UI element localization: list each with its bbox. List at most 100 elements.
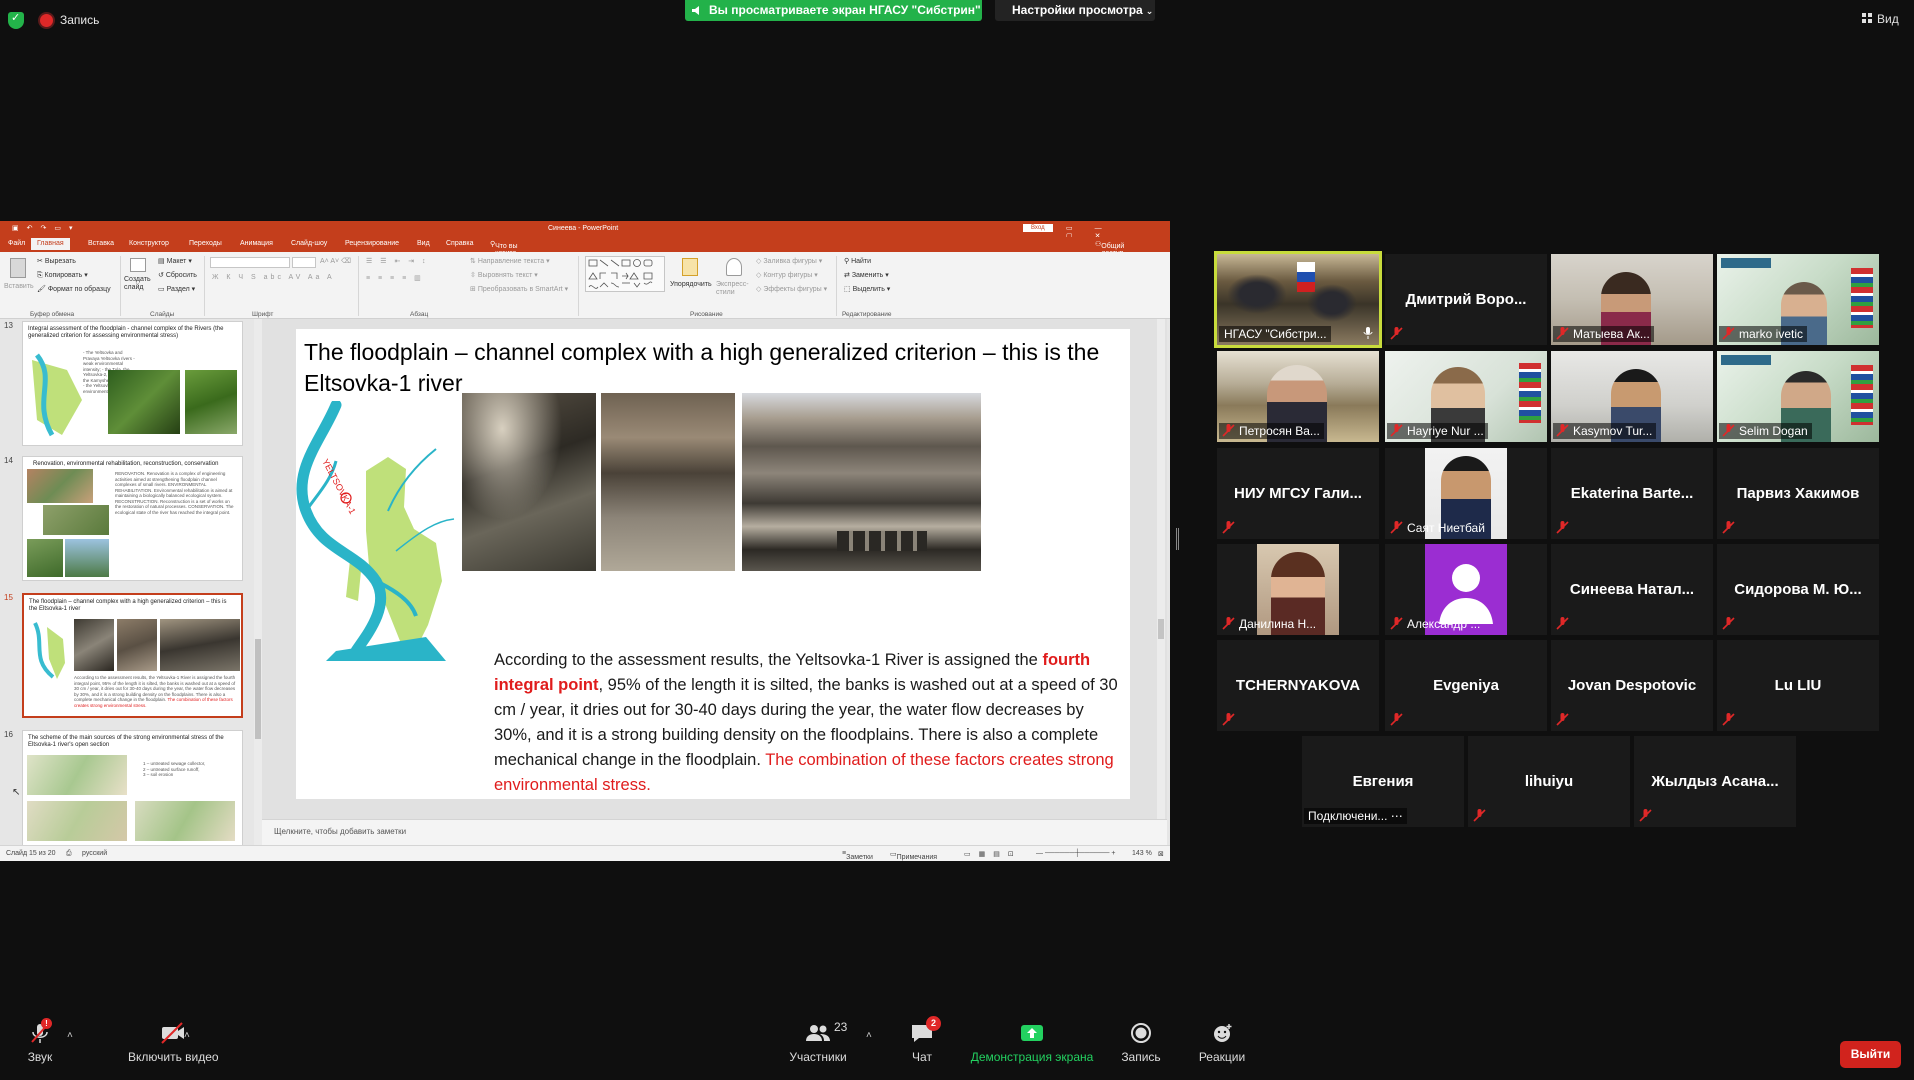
smartart-button[interactable]: ⊞ Преобразовать в SmartArt ▾: [470, 285, 568, 293]
font-size-field[interactable]: [292, 257, 316, 268]
current-slide[interactable]: The floodplain – channel complex with a …: [296, 329, 1130, 799]
participant-tile[interactable]: Евгения Подключени... ⋯: [1302, 736, 1464, 827]
view-mode-buttons[interactable]: ▭▦▤⊡: [964, 850, 1022, 858]
ppt-tab-review[interactable]: Рецензирование: [345, 240, 399, 247]
font-format-buttons[interactable]: Ж К Ч S abc AV Aa A: [212, 274, 335, 281]
new-slide-icon[interactable]: [130, 258, 146, 272]
shape-outline-button[interactable]: ◇ Контур фигуры ▾: [756, 271, 818, 279]
quick-styles-icon[interactable]: [726, 258, 742, 276]
ppt-tab-help[interactable]: Справка: [446, 240, 473, 247]
participants-options-caret[interactable]: ˄: [866, 1030, 872, 1041]
accessibility-icon[interactable]: ⎙: [66, 850, 72, 858]
ppt-tab-slideshow[interactable]: Слайд-шоу: [291, 240, 327, 247]
split-view-resize-handle[interactable]: [1176, 528, 1179, 550]
ppt-tab-transitions[interactable]: Переходы: [189, 240, 222, 247]
copy-button[interactable]: ⎘ Копировать ▾: [37, 271, 88, 280]
participant-tile[interactable]: НГАСУ "Сибстри...: [1214, 251, 1382, 348]
video-options-caret[interactable]: ˄: [184, 1030, 190, 1041]
participant-tile[interactable]: marko ivetic: [1717, 254, 1879, 345]
participant-tile[interactable]: TCHERNYAKOVA: [1217, 640, 1379, 731]
slide-scrollbar-thumb[interactable]: [1158, 619, 1164, 639]
zoom-slider[interactable]: — ──────┼────── +: [1036, 850, 1115, 857]
ppt-tab-home[interactable]: Главная: [31, 238, 70, 250]
participant-tile[interactable]: Данилина Н...: [1217, 544, 1379, 635]
format-painter-button[interactable]: 🖌 Формат по образцу: [37, 285, 111, 293]
thumbnail-scrollbar-thumb[interactable]: [255, 639, 261, 739]
cut-button[interactable]: ✂ Вырезать: [37, 257, 76, 265]
slide-body-text[interactable]: According to the assessment results, the…: [494, 648, 1124, 798]
ppt-signin-button[interactable]: Вход: [1023, 224, 1053, 232]
align-text-button[interactable]: ⇳ Выровнять текст ▾: [470, 271, 538, 279]
ppt-share-button[interactable]: ⚇ Общий доступ: [1095, 240, 1124, 257]
view-layout-button[interactable]: Вид: [1862, 12, 1899, 26]
thumbnail-scrollbar[interactable]: [254, 319, 262, 845]
participant-tile[interactable]: НИУ МГСУ Гали...: [1217, 448, 1379, 539]
participant-tile[interactable]: Александр ...: [1385, 544, 1547, 635]
font-name-field[interactable]: [210, 257, 290, 268]
section-button[interactable]: ▭ Раздел ▾: [158, 285, 195, 293]
slide-title[interactable]: The floodplain – channel complex with a …: [304, 337, 1104, 399]
slide-thumbnail-pane[interactable]: 13 Integral assessment of the floodplain…: [0, 319, 258, 845]
participant-tile[interactable]: Саят Ниетбай: [1385, 448, 1547, 539]
chat-button[interactable]: 2 Чат: [900, 1012, 944, 1064]
audio-options-caret[interactable]: ˄: [67, 1030, 73, 1041]
participant-tile[interactable]: Ekaterina Barte...: [1551, 448, 1713, 539]
video-button[interactable]: Включить видео: [128, 1012, 219, 1064]
share-screen-button[interactable]: Демонстрация экрана: [960, 1012, 1104, 1064]
reactions-button[interactable]: Реакции: [1192, 1012, 1252, 1064]
arrange-icon[interactable]: [682, 258, 698, 276]
comments-toggle[interactable]: ▭ Примечания: [890, 850, 937, 861]
participant-tile[interactable]: Сидорова М. Ю...: [1717, 544, 1879, 635]
slide-notes-pane[interactable]: Щелкните, чтобы добавить заметки: [262, 819, 1167, 845]
text-direction-button[interactable]: ⇅ Направление текста ▾: [470, 257, 550, 265]
participants-button[interactable]: 23 Участники: [786, 1012, 850, 1064]
arrange-button[interactable]: Упорядочить: [670, 281, 712, 288]
notes-toggle[interactable]: ≡ Заметки: [842, 850, 873, 861]
layout-button[interactable]: ▤ Макет ▾: [158, 257, 192, 265]
participant-tile[interactable]: Jovan Despotovic: [1551, 640, 1713, 731]
ppt-tab-file[interactable]: Файл: [8, 240, 25, 247]
reset-button[interactable]: ↺ Сбросить: [158, 271, 197, 279]
ppt-tab-insert[interactable]: Вставка: [88, 240, 114, 247]
language-indicator[interactable]: русский: [82, 850, 107, 857]
shape-fill-button[interactable]: ◇ Заливка фигуры ▾: [756, 257, 822, 265]
participant-tile[interactable]: Матыева Ак...: [1551, 254, 1713, 345]
participant-tile[interactable]: Парвиз Хакимов: [1717, 448, 1879, 539]
list-buttons[interactable]: ☰ ☰ ⇤ ⇥ ↕: [366, 257, 429, 265]
fit-slide-icon[interactable]: ⊠: [1158, 850, 1164, 858]
participant-tile[interactable]: Selim Dogan: [1717, 351, 1879, 442]
participant-tile[interactable]: Kasymov Tur...: [1551, 351, 1713, 442]
audio-button[interactable]: ! Звук: [20, 1012, 60, 1064]
participant-tile[interactable]: Дмитрий Воро...: [1385, 254, 1547, 345]
paste-icon[interactable]: [10, 258, 26, 278]
slide-thumbnail-15[interactable]: The floodplain – channel complex with a …: [22, 593, 243, 718]
font-grow-shrink[interactable]: A˄ A˅ ⌫: [320, 257, 351, 265]
participant-tile[interactable]: Петросян Ва...: [1217, 351, 1379, 442]
participant-tile[interactable]: lihuiyu: [1468, 736, 1630, 827]
participant-tile[interactable]: Evgeniya: [1385, 640, 1547, 731]
shape-effects-button[interactable]: ◇ Эффекты фигуры ▾: [756, 285, 827, 293]
participant-tile[interactable]: Синеева Натал...: [1551, 544, 1713, 635]
slide-thumbnail-16[interactable]: The scheme of the main sources of the st…: [22, 730, 243, 845]
align-buttons[interactable]: ≡ ≡ ≡ ≡ ▥: [366, 274, 424, 282]
record-button[interactable]: Запись: [1116, 1012, 1166, 1064]
ppt-tell-me[interactable]: ⚲ Что вы хотите сделать?: [490, 240, 525, 264]
participant-tile[interactable]: Hayriye Nur ...: [1385, 351, 1547, 442]
paste-button[interactable]: Вставить: [4, 283, 34, 290]
encryption-shield-icon[interactable]: [8, 11, 24, 29]
ppt-tab-animations[interactable]: Анимация: [240, 240, 273, 247]
quick-access-toolbar[interactable]: ▣↶↷▭▾: [12, 224, 80, 232]
quick-styles-button[interactable]: Экспресс-стили: [716, 281, 752, 297]
ppt-tab-design[interactable]: Конструктор: [129, 240, 169, 247]
zoom-level[interactable]: 143 %: [1132, 850, 1152, 857]
slide-scrollbar[interactable]: [1157, 319, 1165, 819]
participant-tile[interactable]: Жылдыз Асана...: [1634, 736, 1796, 827]
slide-thumbnail-14[interactable]: Renovation, environmental rehabilitation…: [22, 456, 243, 581]
select-button[interactable]: ⬚ Выделить ▾: [844, 285, 890, 293]
participant-tile[interactable]: Lu LIU: [1717, 640, 1879, 731]
find-button[interactable]: ⚲ Найти: [844, 257, 871, 265]
view-options-dropdown[interactable]: Настройки просмотра ⌄: [995, 0, 1155, 21]
leave-meeting-button[interactable]: Выйти: [1840, 1041, 1901, 1068]
ppt-tab-view[interactable]: Вид: [417, 240, 430, 247]
new-slide-button[interactable]: Создать слайд: [124, 276, 154, 292]
